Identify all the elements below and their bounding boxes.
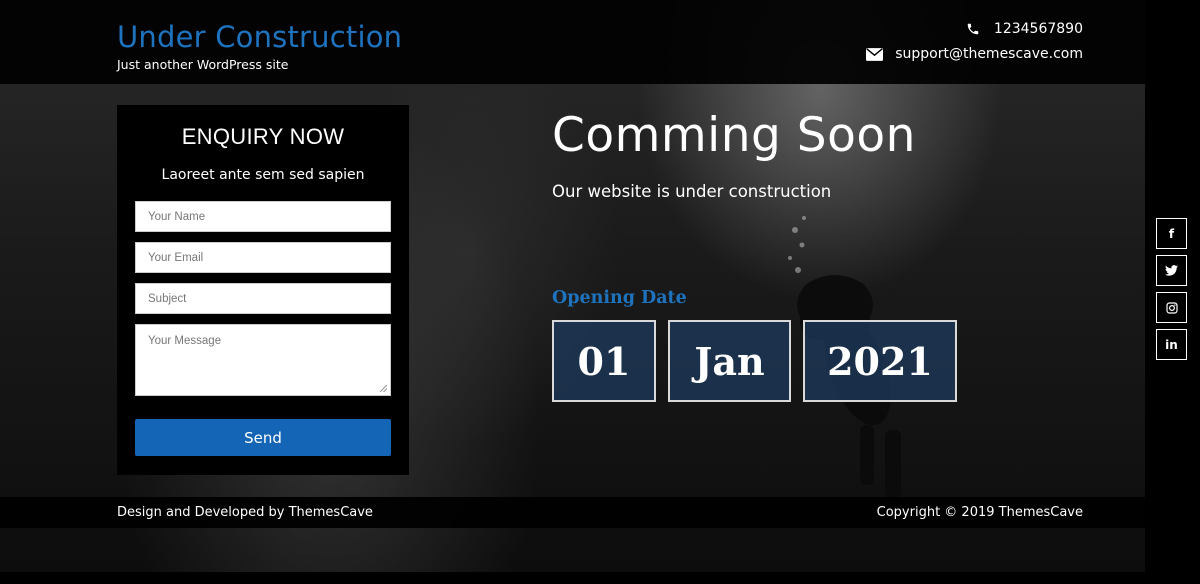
facebook-link[interactable]: f <box>1156 218 1187 249</box>
enquiry-title: ENQUIRY NOW <box>181 124 345 149</box>
linkedin-icon: in <box>1165 337 1178 352</box>
contact-phone[interactable]: 1234567890 <box>964 20 1083 38</box>
message-placeholder: Your Message <box>148 335 222 347</box>
twitter-link[interactable] <box>1156 255 1187 286</box>
coming-soon-heading: Comming Soon <box>552 108 916 163</box>
phone-number: 1234567890 <box>993 21 1083 37</box>
email-input[interactable]: Your Email <box>135 242 391 273</box>
subject-input[interactable]: Subject <box>135 283 391 314</box>
bottom-edge-bar <box>0 572 1200 584</box>
opening-day-box: 01 <box>552 320 656 402</box>
facebook-icon: f <box>1168 226 1175 241</box>
envelope-icon <box>865 45 883 63</box>
footer-copyright: Copyright © 2019 ThemesCave <box>876 505 1083 520</box>
site-tagline: Just another WordPress site <box>117 57 289 72</box>
resize-grip-icon[interactable] <box>380 385 387 392</box>
site-footer: Design and Developed by ThemesCave Copyr… <box>0 497 1145 528</box>
opening-date-label: Opening Date <box>552 288 687 308</box>
phone-icon <box>964 20 982 38</box>
name-input[interactable]: Your Name <box>135 201 391 232</box>
send-button[interactable]: Send <box>135 419 391 456</box>
twitter-icon <box>1165 265 1178 276</box>
opening-month-box: Jan <box>668 320 791 402</box>
enquiry-form: ENQUIRY NOW Laoreet ante sem sed sapien … <box>117 105 409 475</box>
linkedin-link[interactable]: in <box>1156 329 1187 360</box>
coming-soon-subtitle: Our website is under construction <box>552 182 832 201</box>
footer-credit[interactable]: Design and Developed by ThemesCave <box>117 505 373 520</box>
opening-year-box: 2021 <box>803 320 957 402</box>
email-address: support@themescave.com <box>895 46 1083 62</box>
contact-email[interactable]: support@themescave.com <box>865 45 1083 63</box>
site-header: Under Construction Just another WordPres… <box>0 0 1145 84</box>
instagram-icon <box>1165 301 1178 314</box>
instagram-link[interactable] <box>1156 292 1187 323</box>
enquiry-subtitle: Laoreet ante sem sed sapien <box>161 167 365 183</box>
message-textarea[interactable]: Your Message <box>135 324 391 396</box>
site-title[interactable]: Under Construction <box>117 20 402 54</box>
